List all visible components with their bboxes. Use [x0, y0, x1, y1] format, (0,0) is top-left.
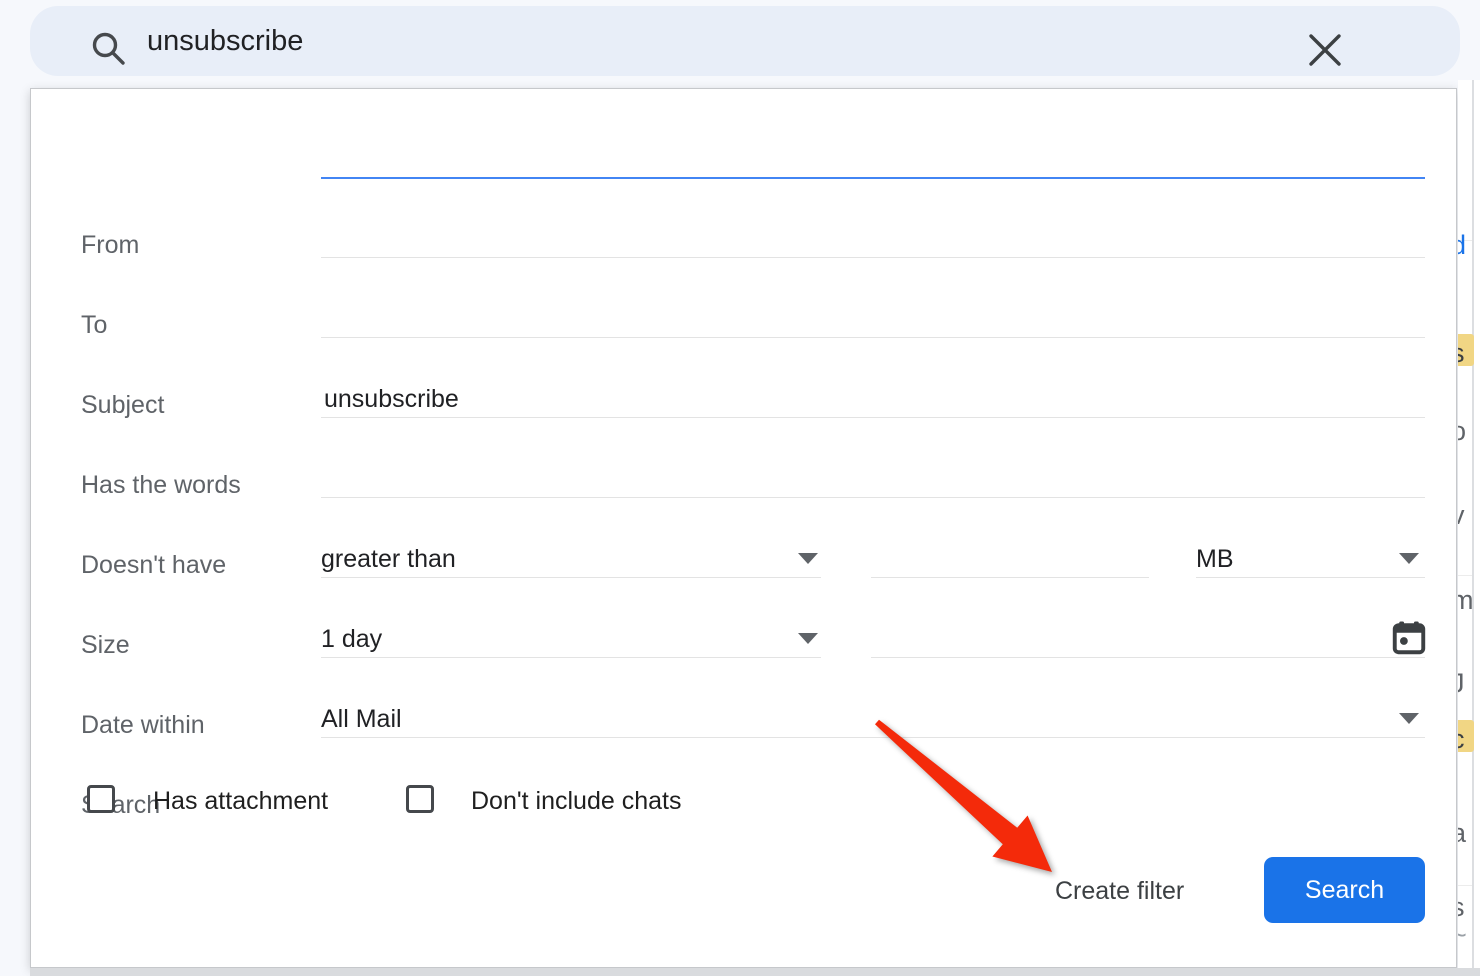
create-filter-button[interactable]: Create filter	[1055, 877, 1184, 906]
background-text-fragment: v	[1458, 500, 1465, 531]
to-underline	[321, 257, 1425, 258]
background-divider	[1472, 80, 1474, 968]
background-text-fragment: d	[1458, 230, 1466, 261]
background-text-fragment: s	[1458, 892, 1465, 923]
size-comparator-select[interactable]: greater than	[321, 545, 456, 574]
size-unit-chevron-down-icon[interactable]	[1399, 553, 1419, 564]
size-comparator-chevron-down-icon[interactable]	[798, 553, 818, 564]
background-row-separator	[1458, 885, 1472, 886]
close-icon[interactable]	[1306, 31, 1344, 74]
size-amount-underline	[871, 577, 1149, 578]
background-text-fragment: m	[1458, 585, 1474, 616]
background-text-fragment: o	[1458, 416, 1466, 447]
dont-include-chats-label: Don't include chats	[471, 787, 681, 816]
date-within-label: Date within	[81, 711, 205, 740]
dont-include-chats-checkbox[interactable]	[406, 785, 434, 813]
background-inbox-sliver: dsovmJcas~	[1458, 80, 1480, 968]
size-unit-select[interactable]: MB	[1196, 545, 1234, 574]
search-icon	[90, 30, 128, 73]
search-scope-select[interactable]: All Mail	[321, 705, 402, 734]
from-underline	[321, 177, 1425, 179]
background-text-fragment: J	[1458, 668, 1465, 699]
search-button[interactable]: Search	[1264, 857, 1425, 923]
background-text-fragment: s	[1458, 338, 1465, 369]
has-words-input[interactable]: unsubscribe	[324, 385, 459, 414]
advanced-search-panel: From To Subject Has the words unsubscrib…	[30, 88, 1457, 968]
size-unit-underline	[1196, 577, 1425, 578]
has-words-underline	[321, 417, 1425, 418]
subject-label: Subject	[81, 391, 164, 420]
size-label: Size	[81, 631, 130, 660]
subject-underline	[321, 337, 1425, 338]
gmail-search-bar[interactable]: unsubscribe	[30, 6, 1460, 76]
date-range-underline	[321, 657, 821, 658]
from-label: From	[81, 231, 139, 260]
has-words-label: Has the words	[81, 471, 241, 500]
date-range-chevron-down-icon[interactable]	[798, 633, 818, 644]
calendar-icon[interactable]	[1391, 619, 1427, 662]
doesnt-have-label: Doesn't have	[81, 551, 226, 580]
background-row-separator	[1458, 575, 1472, 576]
size-comparator-underline	[321, 577, 821, 578]
background-text-fragment: c	[1458, 724, 1465, 755]
background-bottom-edge	[30, 968, 1480, 976]
background-text-fragment: a	[1458, 818, 1466, 849]
has-attachment-label: Has attachment	[153, 787, 328, 816]
background-text-fragment: ~	[1458, 920, 1467, 951]
search-scope-underline	[321, 737, 1425, 738]
search-scope-chevron-down-icon[interactable]	[1399, 713, 1419, 724]
doesnt-have-underline	[321, 497, 1425, 498]
date-underline	[871, 657, 1425, 658]
date-range-select[interactable]: 1 day	[321, 625, 382, 654]
to-label: To	[81, 311, 107, 340]
has-attachment-checkbox[interactable]	[87, 785, 115, 813]
search-input[interactable]: unsubscribe	[147, 6, 303, 76]
